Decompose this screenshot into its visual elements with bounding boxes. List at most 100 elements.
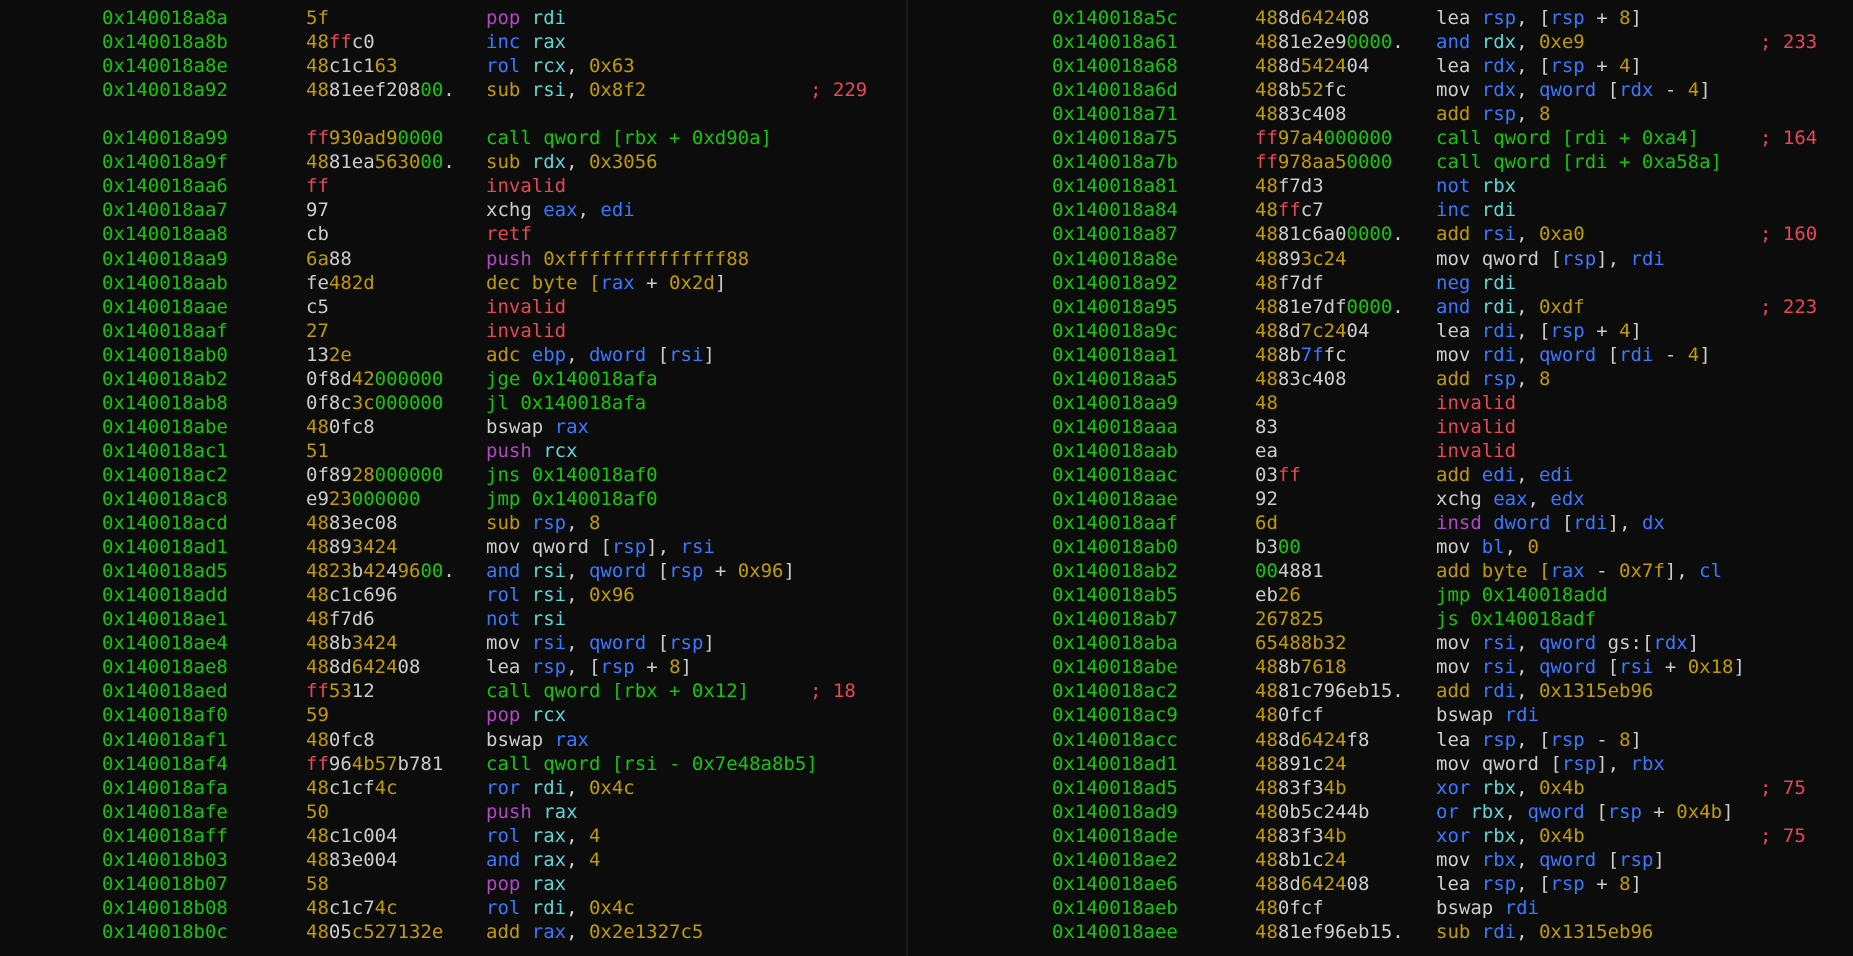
byte-segment: 81ef96eb15 [1277,920,1393,943]
address: 0x140018ad1 [102,536,228,559]
byte-segment: 8d [1277,7,1301,29]
instruction-token: sub [1436,920,1482,943]
instruction-token: + [1584,7,1620,29]
byte-segment: 48 [306,79,329,102]
instruction-token: rax [531,31,567,54]
byte-segment: 42 [363,560,387,583]
instruction: lea rdx, [rsp + 4] [1436,54,1642,78]
address: 0x140018abe [1052,656,1178,679]
byte-segment: c1cf [328,776,375,799]
instruction: xchg eax, edx [1436,487,1585,511]
byte-segment: 48 [306,536,329,559]
opcode-bytes: 004881 [1255,559,1324,583]
byte-segment: 5f [306,7,329,29]
byte-segment: 8b [1277,343,1301,366]
instruction-token: + [1641,800,1677,823]
byte-segment: c1c1 [328,55,375,78]
instruction-token: rdx [1481,79,1517,102]
byte-segment: 48 [306,55,329,78]
instruction-token: , [566,776,589,799]
instruction-token: rax [554,728,589,751]
byte-segment: 48 [1255,872,1278,895]
instruction: rol rcx, 0x63 [486,54,635,78]
instruction: and rax, 4 [486,848,600,872]
instruction: invalid [1436,439,1516,463]
address: 0x140018b07 [102,872,228,895]
instruction-token: jge 0x140018afa [486,367,658,390]
instruction-token: retf [486,223,532,246]
instruction-token: bswap [486,728,555,751]
instruction: mov rsi, qword gs:[rdx] [1436,631,1699,655]
opcode-bytes: 27 [306,319,329,343]
instruction-token: pop [486,704,532,727]
byte-segment: 7618 [1300,656,1347,679]
address: 0x140018a75 [1052,127,1178,150]
instruction-token: mov [1436,848,1482,871]
address: 0x140018aa6 [102,175,228,198]
instruction-token: 4 [588,824,601,847]
address: 0x140018aac [1052,463,1178,486]
byte-segment: 0fcf [1277,896,1324,919]
instruction: add rsi, 0xa0 [1436,222,1585,246]
byte-segment: 48 [306,632,329,655]
instruction-token: rsp [1550,7,1585,29]
byte-segment: 83 [1255,415,1278,438]
byte-segment: 8d [1277,55,1301,78]
instruction-token: rcx [531,55,567,78]
instruction-token: and [1436,295,1482,318]
instruction-token: rsp [1550,872,1585,895]
instruction-token: call qword [rbx + 0x12] [486,680,750,703]
instruction: add edi, edi [1436,463,1573,487]
byte-segment: 267825 [1255,608,1324,631]
instruction: sub rsp, 8 [486,511,600,535]
byte-segment: 8b1c [1277,848,1324,871]
byte-segment: 65488b32 [1255,632,1347,655]
instruction-token: rsp [1550,55,1585,78]
instruction-token: and [486,848,532,871]
instruction: add rsp, 8 [1436,102,1550,126]
disassembly-pane-right[interactable]: 0x140018a5c 488d642408 lea rsp, [rsp + 8] 0… [908,6,1853,956]
instruction-token: xchg [1436,488,1494,510]
byte-segment: 48 [1255,824,1278,847]
instruction-token: 8 [1619,728,1631,751]
instruction-token: + [1584,55,1620,78]
instruction-token: rsp [1550,728,1585,751]
instruction-token: rsp [531,656,567,679]
instruction: mov rsi, qword [rsi + 0x18] [1436,655,1745,679]
instruction-token: ], [1596,247,1631,270]
instruction-token: rdi [1619,343,1654,366]
instruction-token: eax [1493,488,1528,510]
instruction-token: rsi [1481,223,1517,246]
byte-segment: 000000 [351,488,421,510]
instruction: lea rsp, [rsp + 8] [1436,872,1642,896]
instruction-token: rdi [1481,199,1517,222]
address: 0x140018a92 [102,79,228,102]
instruction-token: lea [1436,55,1482,78]
instruction-token: , [1504,800,1528,823]
instruction-token: add [486,920,532,943]
opcode-bytes: 0f8d42000000 [306,367,443,391]
instruction-token: rsi [531,608,567,631]
opcode-bytes: 267825 [1255,607,1324,631]
instruction-token: - [1653,79,1688,102]
byte-segment: c7 [1300,199,1324,222]
disassembly-pane-left[interactable]: 0x140018a8a 5f pop rdi 0x140018a8b 48ffc0 inc… [0,6,906,956]
instruction-token: lea [1436,728,1482,751]
instruction-token: xchg [486,199,544,222]
byte-segment: 6424 [351,656,398,679]
opcode-bytes: 59 [306,703,329,727]
opcode-bytes: 4805c527132e [306,920,443,944]
address: 0x140018aff [102,824,228,847]
opcode-bytes: fe482d [306,271,375,295]
opcode-bytes: 488b7ffc [1255,343,1347,367]
instruction-token: [ [1561,512,1574,535]
address: 0x140018aeb [1052,896,1178,919]
instruction-token: rbx [1481,175,1517,198]
instruction-token: rbx [1481,848,1517,871]
opcode-bytes: 4883ec08 [306,511,398,535]
instruction-token: 0x2d [669,271,715,294]
byte-segment: 97 [306,199,329,222]
byte-segment: 48 [1255,55,1278,78]
instruction-token: jns 0x140018af0 [486,463,658,486]
address: 0x140018af4 [102,752,228,775]
